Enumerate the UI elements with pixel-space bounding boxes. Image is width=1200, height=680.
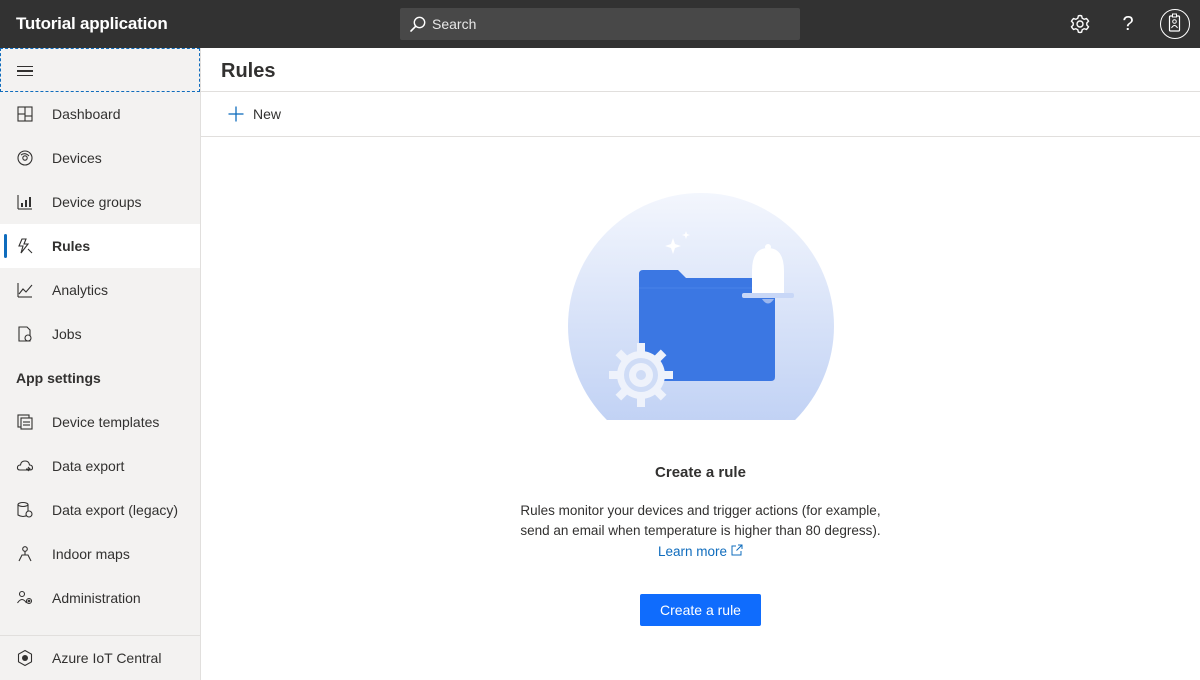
sidebar-item-azure-iot-central[interactable]: Azure IoT Central	[0, 636, 200, 680]
device-groups-icon	[17, 195, 32, 210]
rules-empty-illustration	[568, 193, 834, 420]
sidebar-item-device-groups[interactable]: Device groups	[0, 180, 200, 224]
external-link-icon	[731, 544, 743, 556]
sidebar: Dashboard Devices Device groups Rules An…	[0, 48, 201, 680]
sidebar-item-label: Devices	[52, 150, 102, 166]
help-icon[interactable]: ?	[1116, 12, 1140, 36]
sidebar-item-data-export-legacy[interactable]: Data export (legacy)	[0, 488, 200, 532]
learn-more-label: Learn more	[657, 544, 728, 559]
sidebar-item-dashboard[interactable]: Dashboard	[0, 92, 200, 136]
user-avatar-icon[interactable]	[1160, 9, 1190, 39]
administration-icon	[17, 590, 33, 605]
sidebar-item-analytics[interactable]: Analytics	[0, 268, 200, 312]
collapse-menu-button[interactable]	[0, 48, 200, 92]
sidebar-item-administration[interactable]: Administration	[0, 576, 200, 620]
sidebar-item-label: Analytics	[52, 282, 109, 298]
description-line: send an email when temperature is higher…	[520, 523, 881, 538]
sidebar-item-rules[interactable]: Rules	[0, 224, 200, 268]
data-export-icon	[16, 460, 34, 472]
sidebar-item-label: Administration	[52, 590, 141, 606]
top-bar: Tutorial application Search ?	[0, 0, 1200, 48]
sidebar-item-label: Rules	[52, 238, 91, 254]
device-templates-icon	[17, 414, 33, 430]
azure-iot-central-icon	[17, 649, 33, 667]
search-box[interactable]: Search	[400, 8, 800, 40]
app-settings-header: App settings	[16, 370, 101, 386]
hamburger-icon	[17, 66, 33, 77]
page-title: Rules	[221, 60, 276, 82]
sidebar-item-jobs[interactable]: Jobs	[0, 312, 200, 356]
divider	[201, 91, 1200, 92]
sidebar-item-indoor-maps[interactable]: Indoor maps	[0, 532, 200, 576]
sidebar-item-label: Data export	[52, 458, 125, 474]
search-icon	[410, 16, 426, 32]
dashboard-icon	[17, 106, 33, 122]
sidebar-item-label: Azure IoT Central	[52, 650, 162, 666]
sidebar-item-label: Indoor maps	[52, 546, 130, 562]
learn-more-link[interactable]: Learn more	[201, 544, 1200, 559]
sidebar-item-devices[interactable]: Devices	[0, 136, 200, 180]
search-placeholder: Search	[432, 16, 477, 32]
data-export-legacy-icon	[17, 501, 33, 518]
plus-icon	[228, 106, 244, 122]
jobs-icon	[18, 326, 32, 342]
active-indicator	[4, 234, 7, 258]
sidebar-item-label: Jobs	[52, 326, 82, 342]
divider	[201, 136, 1200, 137]
empty-state-description: Rules monitor your devices and trigger a…	[201, 501, 1200, 541]
sidebar-item-label: Device templates	[52, 414, 160, 430]
rules-icon	[18, 238, 33, 254]
app-title[interactable]: Tutorial application	[16, 14, 168, 34]
new-button-label: New	[253, 106, 282, 122]
devices-icon	[17, 150, 33, 166]
person-icon	[1168, 13, 1181, 32]
description-line: Rules monitor your devices and trigger a…	[520, 503, 881, 518]
empty-state-title: Create a rule	[655, 464, 746, 481]
sidebar-item-data-export[interactable]: Data export	[0, 444, 200, 488]
main-content: Rules New Create a rule Rules monitor yo…	[201, 48, 1200, 680]
indoor-maps-icon	[18, 546, 32, 562]
create-rule-button[interactable]: Create a rule	[640, 594, 761, 626]
analytics-icon	[17, 283, 33, 298]
gear-illustration-icon	[609, 343, 673, 407]
sidebar-item-label: Dashboard	[52, 106, 121, 122]
sidebar-item-label: Data export (legacy)	[52, 502, 179, 518]
sidebar-item-device-templates[interactable]: Device templates	[0, 400, 200, 444]
sidebar-item-label: Device groups	[52, 194, 142, 210]
gear-icon[interactable]	[1068, 12, 1092, 36]
